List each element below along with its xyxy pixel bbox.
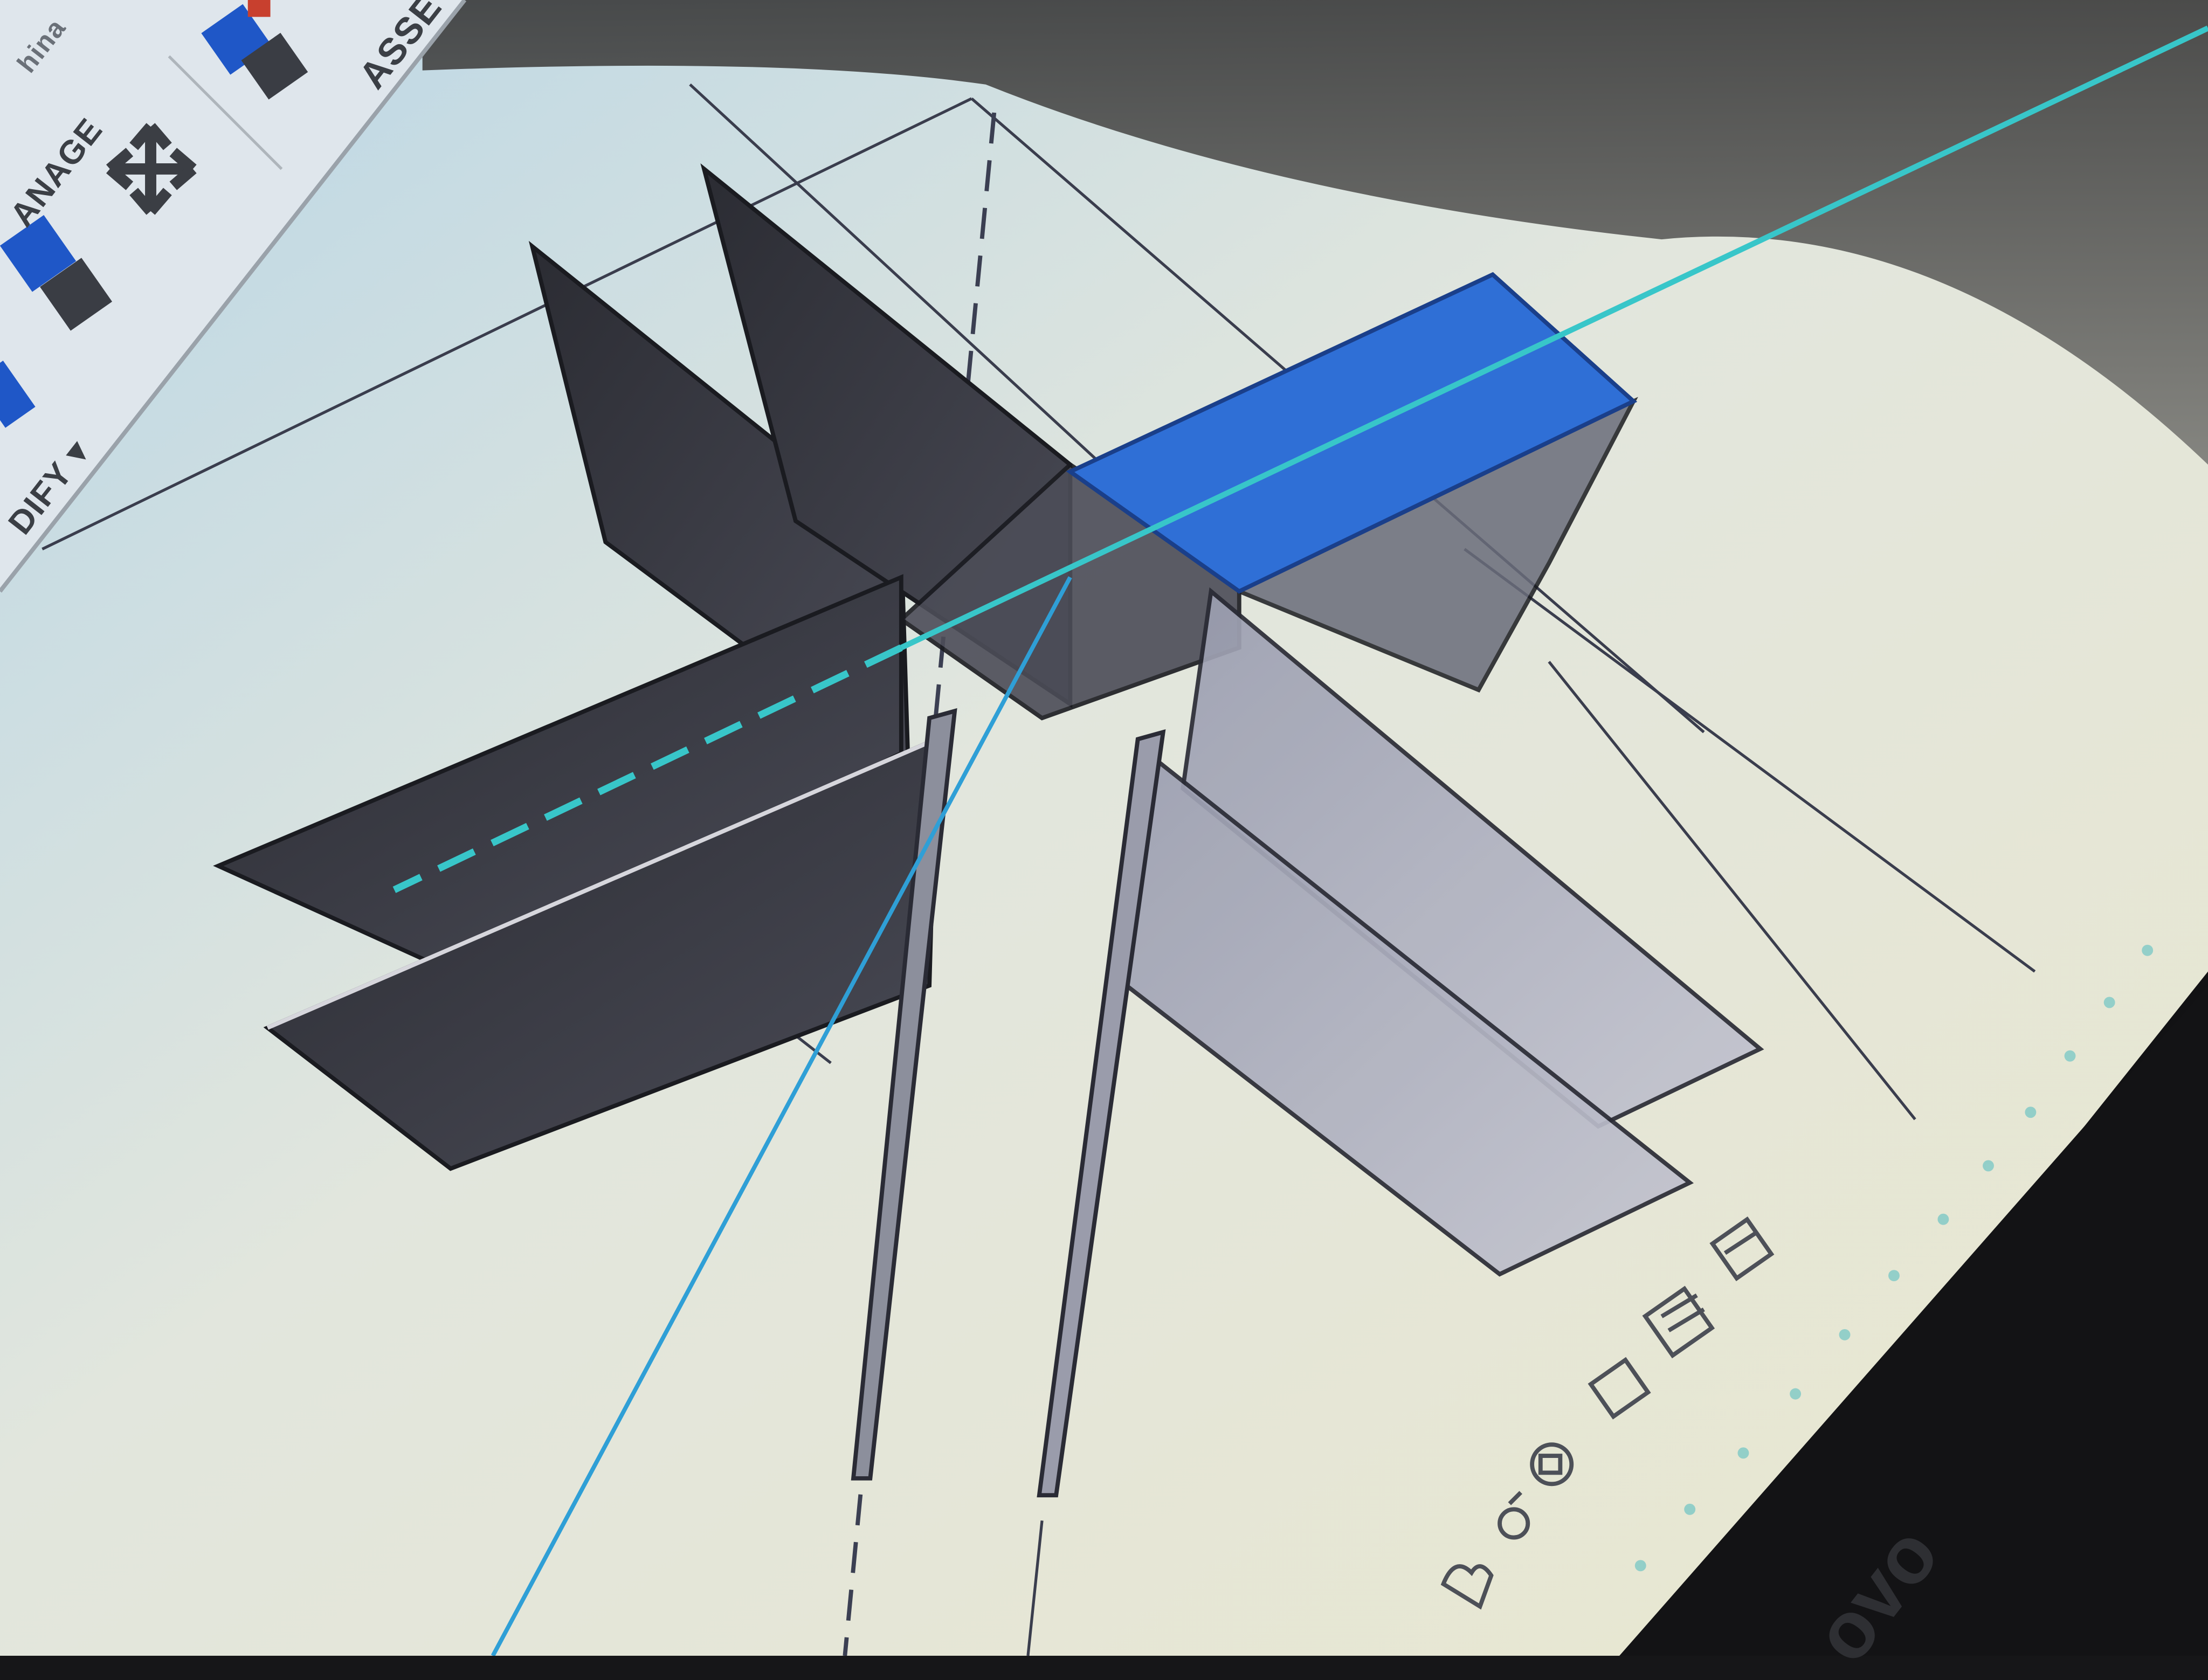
cad-viewport-photo: [0, 0, 2208, 1656]
